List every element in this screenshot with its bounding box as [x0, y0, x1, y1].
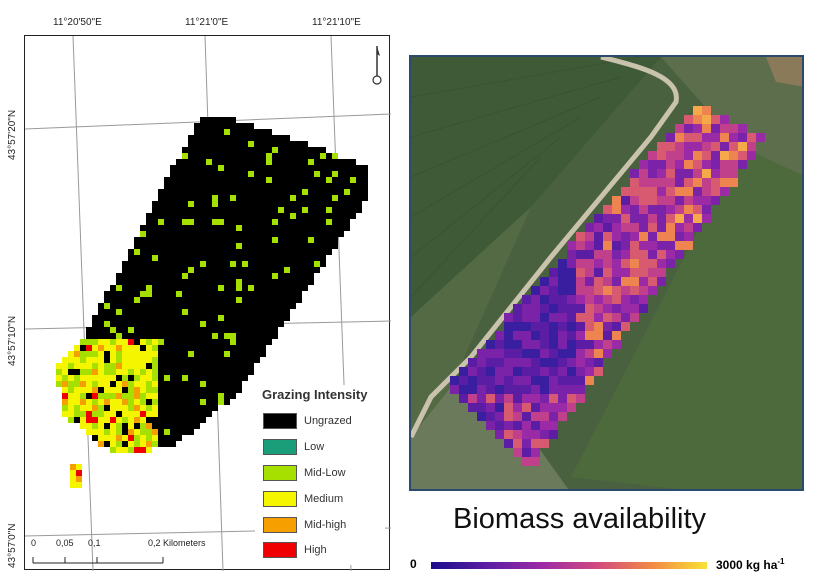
- legend-swatch: [263, 542, 297, 558]
- biomass-satellite-map: [409, 55, 804, 491]
- biomass-colorbar: [431, 562, 707, 569]
- legend-swatch: [263, 517, 297, 533]
- legend-item-medium: Medium: [263, 491, 383, 509]
- coord-top-3: 11°21'10"E: [312, 17, 361, 28]
- scale-bar-graphic: [32, 557, 164, 564]
- coord-top-2: 11°21'0"E: [185, 17, 229, 28]
- legend-label: Ungrazed: [304, 415, 352, 427]
- legend-item-mid-high: Mid-high: [263, 517, 383, 535]
- colorbar-max-label: 3000 kg ha-1: [716, 557, 785, 572]
- scale-label-02: 0,2 Kilometers: [148, 538, 206, 548]
- legend-label: Medium: [304, 493, 344, 505]
- colorbar-max-superscript: -1: [777, 557, 785, 566]
- scale-bar: 0 0,05 0,1 0,2 Kilometers: [28, 538, 248, 570]
- scale-label-01: 0,1: [88, 538, 101, 548]
- coord-left-3: 43°57'0"N: [7, 523, 18, 569]
- legend-swatch: [263, 413, 297, 429]
- legend-swatch: [263, 465, 297, 481]
- legend-title: Grazing Intensity: [262, 387, 368, 402]
- legend-swatch: [263, 439, 297, 455]
- north-arrow-icon: [372, 46, 382, 85]
- biomass-map-canvas: [411, 57, 802, 489]
- grazing-legend: Grazing Intensity Ungrazed Low Mid-Low M…: [255, 385, 385, 565]
- coord-top-1: 11°20'50"E: [53, 17, 102, 28]
- legend-item-low: Low: [263, 439, 383, 457]
- legend-item-ungrazed: Ungrazed: [263, 413, 383, 431]
- legend-item-high: High: [263, 542, 383, 560]
- coord-left-1: 43°57'20"N: [7, 109, 18, 160]
- legend-item-mid-low: Mid-Low: [263, 465, 383, 483]
- legend-swatch: [263, 491, 297, 507]
- legend-label: High: [304, 544, 327, 556]
- legend-label: Mid-Low: [304, 467, 346, 479]
- colorbar-min-label: 0: [410, 557, 417, 571]
- scale-label-0: 0: [31, 538, 37, 548]
- biomass-title: Biomass availability: [453, 503, 707, 535]
- colorbar-max-text: 3000 kg ha: [716, 558, 778, 572]
- coord-left-2: 43°57'10"N: [7, 315, 18, 366]
- legend-label: Mid-high: [304, 519, 347, 531]
- legend-label: Low: [304, 441, 325, 453]
- scale-label-005: 0,05: [56, 538, 74, 548]
